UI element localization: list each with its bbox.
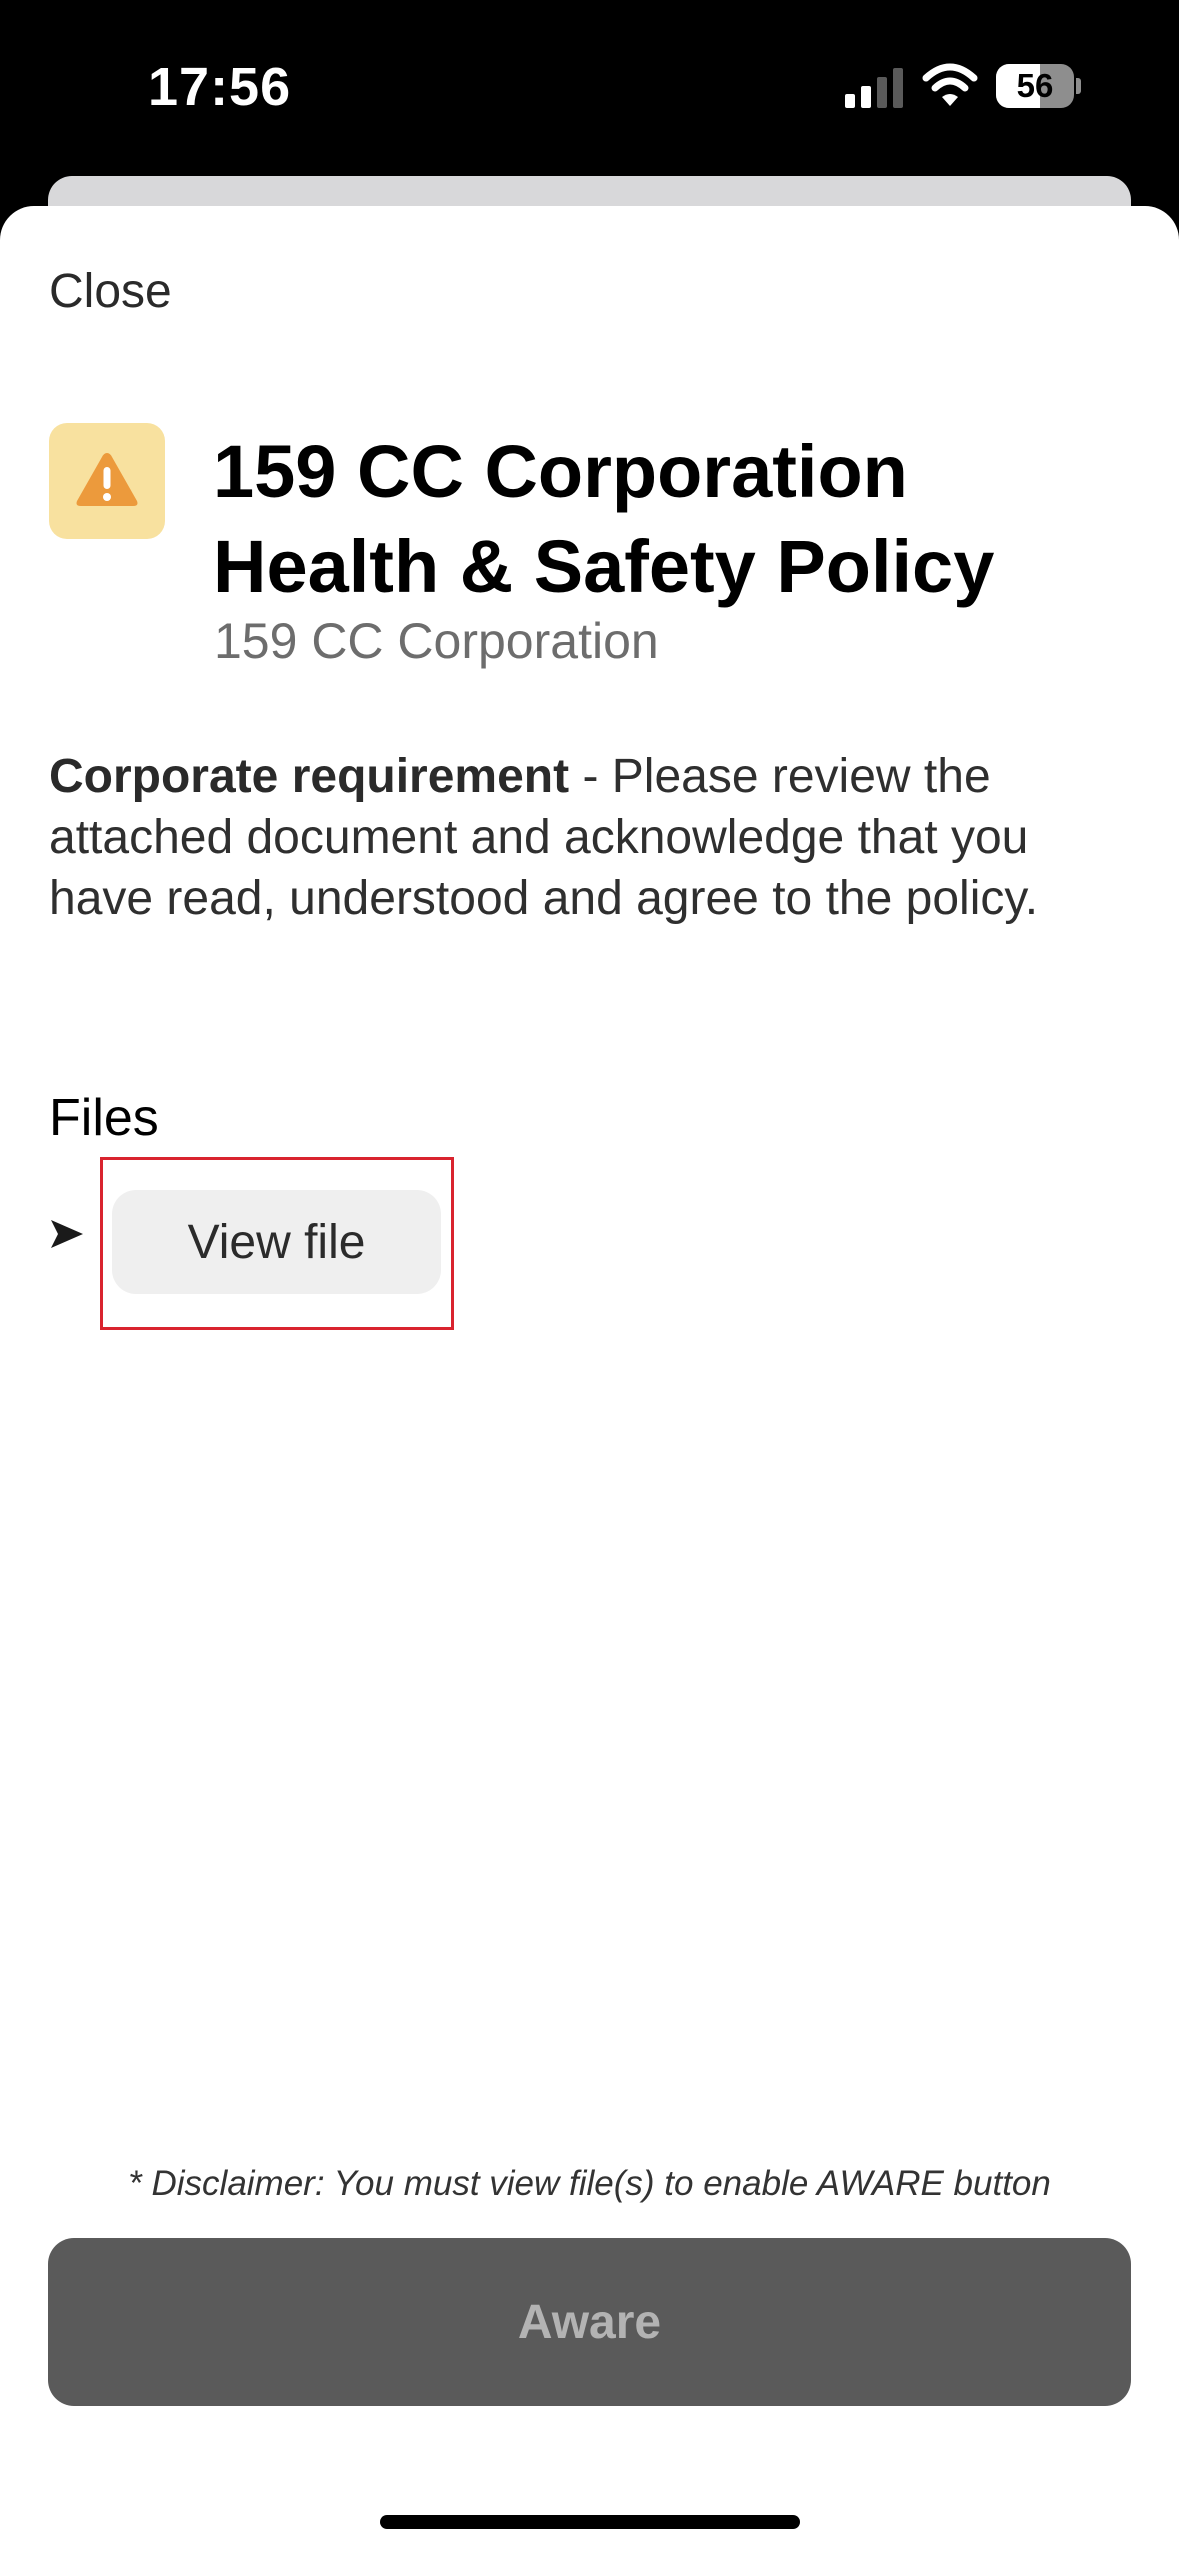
aware-button[interactable]: Aware [48, 2238, 1131, 2406]
battery-icon: 56 [996, 64, 1081, 108]
view-file-button[interactable]: View file [112, 1190, 441, 1294]
status-bar: 17:56 56 [0, 0, 1179, 175]
description-emphasis: Corporate requirement [49, 750, 570, 803]
status-time: 17:56 [148, 57, 292, 117]
close-button[interactable]: Close [49, 264, 172, 319]
policy-organization: 159 CC Corporation [214, 613, 659, 669]
warning-icon [76, 453, 138, 506]
home-indicator [380, 2515, 800, 2529]
files-heading: Files [49, 1089, 159, 1147]
warning-tile [49, 423, 165, 539]
policy-description: Corporate requirement - Please review th… [49, 746, 1139, 929]
policy-title: 159 CC Corporation Health & Safety Polic… [213, 430, 995, 608]
signal-icon [845, 68, 903, 108]
disclaimer-text: * Disclaimer: You must view file(s) to e… [128, 2164, 1051, 2203]
battery-level: 56 [1016, 67, 1054, 104]
arrow-right-icon [51, 1220, 83, 1248]
wifi-icon [922, 63, 978, 106]
